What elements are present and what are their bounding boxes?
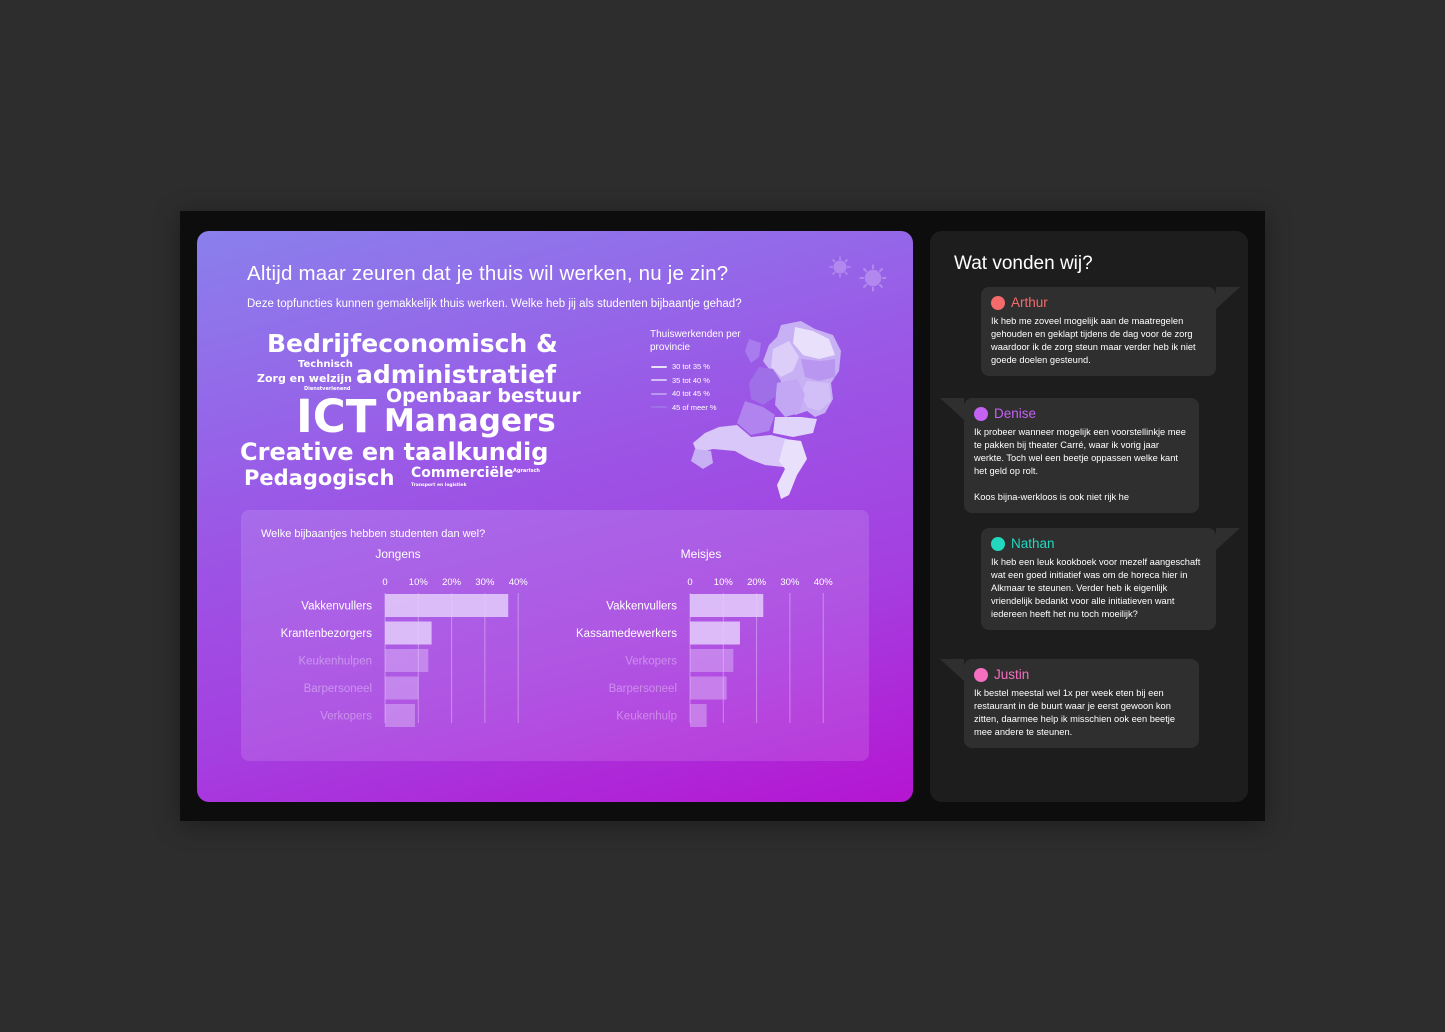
x-tick-label: 0 [382,577,387,588]
virus-icon [859,264,887,292]
x-tick-label: 10% [714,577,734,588]
bar [385,676,419,700]
avatar [991,536,1005,551]
province-region [745,339,761,363]
jobs-chart-card: Welke bijbaantjes hebben studenten dan w… [241,510,869,761]
word-cloud-term: Pedagogisch [244,466,395,490]
comment-text: Ik bestel meestal wel 1x per week eten b… [974,688,1178,737]
author-name: Denise [994,406,1037,421]
category-label: Keukenhulp [616,711,677,723]
comment-text: Ik heb me zoveel mogelijk aan de maatreg… [991,316,1199,365]
comment-author: Denise [974,406,1189,421]
category-label: Verkopers [625,656,677,668]
word-cloud-term: Zorg en welzijn [257,372,352,385]
word-cloud-term: Commerciële [411,465,514,481]
bar [690,621,740,645]
comment-text: Ik heb een leuk kookboek voor mezelf aan… [991,557,1203,619]
x-tick-label: 30% [475,577,495,588]
category-label: Vakkenvullers [606,601,677,613]
netherlands-map [691,321,841,499]
x-tick-label: 40% [814,577,834,588]
word-cloud-term: Bedrijfeconomisch & [267,329,558,358]
category-label: Verkopers [320,711,372,723]
comment-bubble: Justin Ik bestel meestal wel 1x per week… [940,659,1199,748]
virus-icon [829,256,851,278]
bubble-tail [1216,287,1240,309]
bubble-tail [940,659,964,681]
province-region [773,417,817,437]
word-cloud-term: administratief [356,360,557,389]
x-tick-label: 30% [780,577,800,588]
avatar [991,295,1005,310]
comment-bubble: Denise Ik probeer wanneer mogelijk een v… [940,398,1199,513]
infographic-panel: Altijd maar zeuren dat je thuis wil werk… [197,231,913,802]
comment-bubble: Nathan Ik heb een leuk kookboek voor mez… [981,528,1240,630]
word-cloud-term: ICT [296,390,377,443]
comment-author: Nathan [991,536,1206,551]
legend-swatch [651,406,667,409]
bar [690,704,707,727]
word-cloud-term: Transport en logistiek [411,483,467,488]
bar [385,594,509,617]
comment-text: Ik probeer wanneer mogelijk een voorstel… [974,427,1186,502]
avatar [974,406,988,421]
chart-title: Jongens [375,547,420,561]
category-label: Barpersoneel [609,683,677,695]
category-label: Vakkenvullers [301,601,372,613]
word-cloud-term: Managers [384,403,556,439]
comment-author: Justin [974,667,1189,682]
category-label: Kassamedewerkers [576,628,677,640]
author-name: Nathan [1011,536,1055,551]
legend-swatch [651,379,667,382]
subheadline: Deze topfuncties kunnen gemakkelijk thui… [247,298,742,310]
x-tick-label: 20% [442,577,462,588]
bubble-tail [940,398,964,420]
bar [385,621,432,645]
bar [385,704,415,727]
bubble-tail [1216,528,1240,550]
bar-charts: Jongens 0 10% 20% 30% 40% Vakkenvullers Kranten… [281,547,834,727]
comment-author: Arthur [991,295,1206,310]
chart-title: Meisjes [681,547,722,561]
category-label: Barpersoneel [304,683,372,695]
bar [690,594,764,617]
author-name: Arthur [1011,295,1048,310]
word-cloud-term: Technisch [298,359,353,370]
x-tick-label: 0 [687,577,692,588]
category-label: Krantenbezorgers [281,628,373,640]
category-label: Keukenhulpen [298,656,372,668]
bar [690,676,727,700]
x-tick-label: 10% [409,577,429,588]
author-name: Justin [994,667,1030,682]
comment-bubble: Arthur Ik heb me zoveel mogelijk aan de … [981,287,1240,376]
x-tick-label: 40% [509,577,529,588]
word-cloud-term: Creative en taalkundig [240,438,549,466]
x-tick-label: 20% [747,577,767,588]
legend-swatch [651,392,667,395]
bar [385,649,429,672]
headline: Altijd maar zeuren dat je thuis wil werk… [247,262,729,285]
province-region [691,449,713,469]
legend-swatch [651,365,667,368]
word-cloud-term: Agrarisch [513,468,540,474]
avatar [974,667,988,682]
comments-title: Wat vonden wij? [954,253,1093,274]
bar [690,649,734,672]
